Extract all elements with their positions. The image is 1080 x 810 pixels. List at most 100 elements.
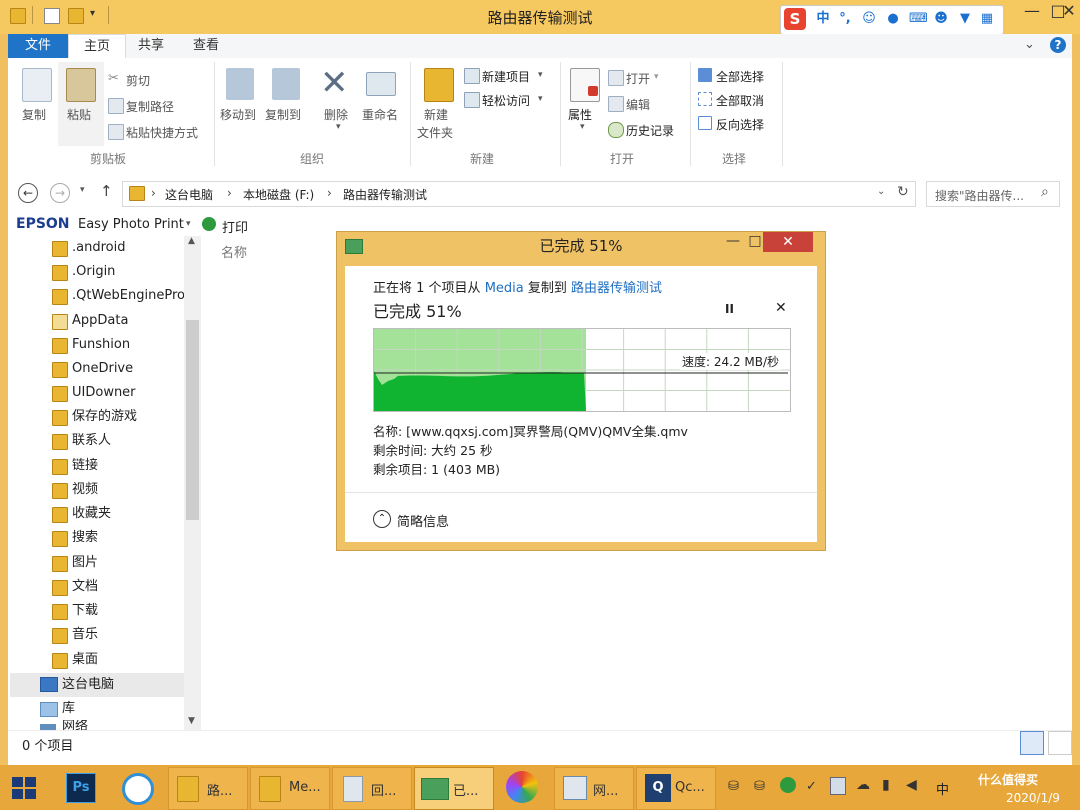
- print-button[interactable]: 打印: [222, 217, 248, 236]
- details-view-icon[interactable]: [1020, 731, 1044, 755]
- nav-item-appdata[interactable]: AppData: [72, 309, 207, 333]
- nav-item-network[interactable]: 网络: [62, 720, 197, 730]
- address-dropdown-icon[interactable]: ⌄: [877, 186, 885, 197]
- start-button[interactable]: [12, 777, 38, 799]
- ime-mode[interactable]: 中: [815, 11, 831, 27]
- address-box[interactable]: › 这台电脑 › 本地磁盘 (F:) › 路由器传输测试 ⌄ ↻: [122, 181, 916, 207]
- tray-icon-3[interactable]: [780, 777, 796, 793]
- nav-item-this-pc[interactable]: 这台电脑: [62, 673, 197, 697]
- help-icon[interactable]: ?: [1050, 37, 1066, 53]
- taskbar-item-router-folder[interactable]: 路...: [168, 767, 248, 810]
- smiley-icon[interactable]: ☺: [861, 11, 877, 27]
- crumb-separator[interactable]: ›: [327, 186, 332, 200]
- taskbar-item-qc[interactable]: Q Qc...: [636, 767, 716, 810]
- select-all-button[interactable]: 全部选择: [716, 68, 764, 85]
- taskbar-item-network[interactable]: 网...: [554, 767, 634, 810]
- copy-path-button[interactable]: 复制路径: [126, 98, 174, 115]
- column-header-name[interactable]: 名称: [221, 242, 247, 261]
- paste-button[interactable]: 粘贴: [67, 106, 91, 123]
- nav-item-pictures[interactable]: 图片: [72, 551, 207, 575]
- nav-item-origin[interactable]: .Origin: [72, 260, 207, 284]
- user-group-icon[interactable]: ☻: [933, 11, 949, 27]
- epson-dropdown-icon[interactable]: ▾: [186, 219, 191, 229]
- nav-item-onedrive[interactable]: OneDrive: [72, 357, 207, 381]
- open-button[interactable]: 打开: [626, 70, 650, 87]
- tray-icon-2[interactable]: ⛁: [754, 779, 765, 794]
- crumb-local-disk[interactable]: 本地磁盘 (F:): [243, 186, 314, 203]
- recent-locations-icon[interactable]: ▾: [80, 185, 85, 195]
- back-icon[interactable]: ←: [18, 183, 38, 203]
- delete-icon[interactable]: ✕: [320, 66, 349, 100]
- nav-item-android[interactable]: .android: [72, 236, 207, 260]
- forward-icon[interactable]: →: [50, 183, 70, 203]
- edit-button[interactable]: 编辑: [626, 96, 650, 113]
- invert-selection-button[interactable]: 反向选择: [716, 116, 764, 133]
- ime-toolbar[interactable]: S 中 °, ☺ ● ⌨ ☻ ▼ ▦: [780, 5, 1004, 35]
- copy-button[interactable]: 复制: [22, 106, 46, 123]
- easy-access-button[interactable]: 轻松访问: [482, 92, 530, 109]
- taskbar-item-copy-progress[interactable]: 已...: [414, 767, 494, 810]
- easy-access-dropdown-icon[interactable]: ▾: [538, 94, 543, 104]
- dialog-maximize-button[interactable]: □: [745, 232, 765, 252]
- crumb-separator[interactable]: ›: [227, 186, 232, 200]
- tab-view[interactable]: 查看: [180, 34, 232, 58]
- color-wheel-app-icon[interactable]: [506, 771, 538, 803]
- dialog-close-button[interactable]: ✕: [763, 232, 813, 252]
- microphone-icon[interactable]: ●: [885, 11, 901, 27]
- up-icon[interactable]: ↑: [100, 182, 113, 200]
- copy-icon[interactable]: [22, 68, 52, 102]
- rename-icon[interactable]: [366, 72, 396, 96]
- ribbon-expand-icon[interactable]: ⌄: [1024, 37, 1035, 52]
- cut-button[interactable]: 剪切: [126, 72, 150, 89]
- taskbar-item-recycle-bin[interactable]: 回...: [332, 767, 412, 810]
- nav-item-documents[interactable]: 文档: [72, 575, 207, 599]
- nav-item-favorites[interactable]: 收藏夹: [72, 502, 207, 526]
- nav-item-videos[interactable]: 视频: [72, 478, 207, 502]
- delete-button[interactable]: 删除: [324, 106, 348, 123]
- new-item-button[interactable]: 新建项目: [482, 68, 530, 85]
- paste-shortcut-button[interactable]: 粘贴快捷方式: [126, 124, 198, 141]
- ime-punct[interactable]: °,: [837, 11, 853, 27]
- tray-icon-6[interactable]: ☁: [856, 777, 870, 793]
- epson-app-name[interactable]: Easy Photo Print: [78, 217, 184, 232]
- power-icon[interactable]: ▮: [882, 777, 890, 793]
- volume-icon[interactable]: ◀: [906, 777, 917, 793]
- move-to-icon[interactable]: [226, 68, 254, 100]
- nav-item-searches[interactable]: 搜索: [72, 526, 207, 550]
- toolbox-icon[interactable]: ▦: [979, 11, 995, 27]
- search-icon[interactable]: ⌕: [1041, 184, 1049, 200]
- copy-to-icon[interactable]: [272, 68, 300, 100]
- nav-item-uidowner[interactable]: UIDowner: [72, 381, 207, 405]
- dialog-minimize-button[interactable]: —: [721, 232, 745, 252]
- move-to-button[interactable]: 移动到: [220, 106, 256, 123]
- sogou-logo-icon[interactable]: S: [784, 8, 806, 30]
- photoshop-icon[interactable]: Ps: [66, 773, 96, 803]
- properties-dropdown-icon[interactable]: ▾: [580, 122, 585, 132]
- cancel-copy-button[interactable]: ✕: [775, 300, 787, 316]
- tray-icon-1[interactable]: ⛁: [728, 779, 739, 794]
- nav-item-funshion[interactable]: Funshion: [72, 333, 207, 357]
- copy-to-button[interactable]: 复制到: [265, 106, 301, 123]
- new-item-dropdown-icon[interactable]: ▾: [538, 70, 543, 80]
- tab-share[interactable]: 共享: [126, 34, 176, 58]
- search-input[interactable]: 搜索"路由器传... ⌕: [926, 181, 1060, 207]
- nav-item-saved-games[interactable]: 保存的游戏: [72, 405, 207, 429]
- tray-icon-4[interactable]: ✓: [806, 779, 817, 794]
- history-button[interactable]: 历史记录: [626, 122, 674, 139]
- refresh-icon[interactable]: ↻: [897, 184, 909, 200]
- crumb-separator[interactable]: ›: [151, 186, 156, 200]
- source-link[interactable]: Media: [485, 281, 524, 296]
- nav-item-music[interactable]: 音乐: [72, 623, 207, 647]
- clock-date[interactable]: 2020/1/9: [1006, 791, 1060, 805]
- properties-button[interactable]: 属性: [568, 106, 592, 123]
- nav-item-desktop[interactable]: 桌面: [72, 648, 207, 672]
- crumb-current-folder[interactable]: 路由器传输测试: [343, 186, 427, 203]
- tab-home[interactable]: 主页: [68, 34, 126, 60]
- tray-ime[interactable]: 中: [936, 779, 949, 798]
- fewer-details-button[interactable]: 简略信息: [397, 511, 449, 530]
- keyboard-icon[interactable]: ⌨: [909, 11, 928, 27]
- crumb-this-pc[interactable]: 这台电脑: [165, 186, 213, 203]
- print-icon[interactable]: [202, 217, 216, 231]
- nav-item-library[interactable]: 库: [62, 697, 197, 721]
- paste-icon[interactable]: [66, 68, 96, 102]
